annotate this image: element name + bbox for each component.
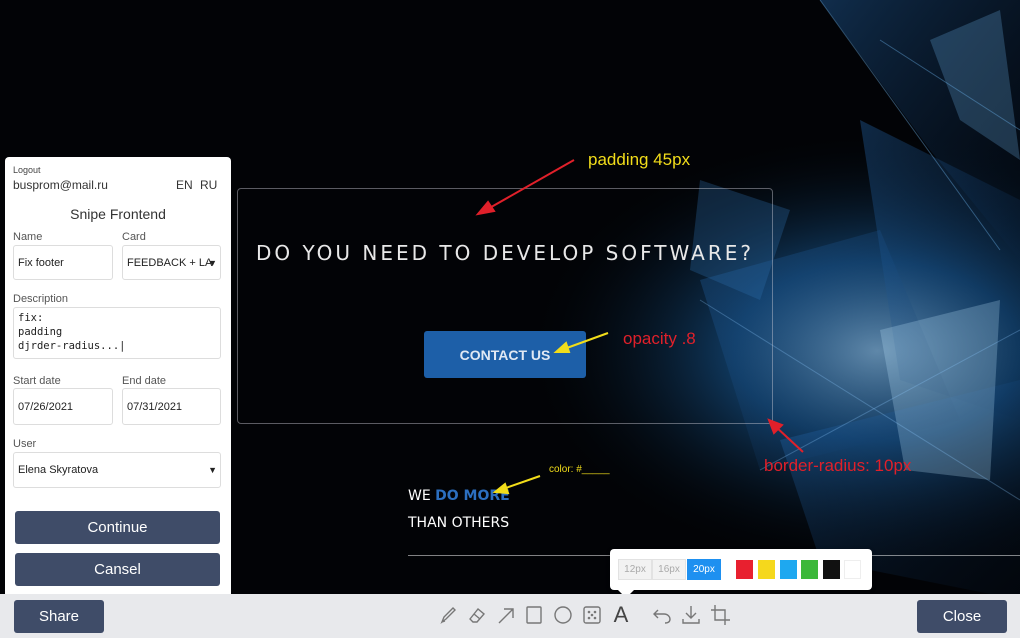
user-select[interactable]: Elena Skyratova ▼ [13,452,221,488]
download-icon[interactable] [679,602,703,628]
undo-icon[interactable] [650,602,674,628]
start-date-value: 07/26/2021 [18,400,74,413]
lang-en[interactable]: EN [176,178,193,192]
start-date-label: Start date [13,375,61,387]
text-options-popup: 12px 16px 20px [610,549,872,598]
chevron-down-icon: ▼ [208,465,217,475]
than-others-line: THAN OTHERS [408,515,510,531]
we-highlight: DO MORE [435,488,510,504]
arrow-icon[interactable] [494,602,518,628]
user-value: Elena Skyratova [18,464,99,476]
blur-icon[interactable] [580,602,604,628]
description-textarea[interactable]: fix: padding djrder-radius...| [13,307,221,359]
size-20-button[interactable]: 20px [687,559,721,580]
hero-title: DO YOU NEED TO DEVELOP SOFTWARE? [256,241,754,265]
user-label: User [13,438,37,450]
continue-button[interactable]: Continue [15,511,220,544]
card-value: FEEDBACK + LA [127,256,213,269]
color-swatch-yellow[interactable] [758,560,775,579]
size-12-button[interactable]: 12px [618,559,652,580]
crop-icon[interactable] [708,602,732,628]
bottom-toolbar: Share A Close [0,594,1020,638]
share-button[interactable]: Share [14,600,104,633]
hero-box: DO YOU NEED TO DEVELOP SOFTWARE? CONTACT… [237,188,773,424]
chevron-down-icon: ▼ [208,257,217,268]
padding-annotation: padding 45px [588,150,691,169]
end-date-input[interactable]: 07/31/2021 [122,388,221,425]
lang-ru[interactable]: RU [200,178,217,192]
user-email: busprom@mail.ru [13,178,108,192]
close-button[interactable]: Close [917,600,1007,633]
circle-icon[interactable] [551,602,575,628]
color-swatch-blue[interactable] [780,560,797,579]
opacity-annotation: opacity .8 [623,329,696,348]
color-swatch-white[interactable] [844,560,861,579]
cancel-button[interactable]: Cansel [15,553,220,586]
eraser-icon[interactable] [465,602,489,628]
text-icon[interactable]: A [609,602,633,628]
description-label: Description [13,293,69,305]
end-date-value: 07/31/2021 [127,400,183,413]
name-label: Name [13,231,43,243]
task-panel: Logout busprom@mail.ru EN RU Snipe Front… [5,157,231,638]
card-select[interactable]: FEEDBACK + LA ▼ [122,245,221,280]
color-swatch-red[interactable] [736,560,753,579]
card-label: Card [122,231,146,243]
border-radius-annotation: border-radius: 10px [764,456,912,475]
rectangle-icon[interactable] [522,602,546,628]
name-value: Fix footer [18,256,64,269]
we-do-more-line: WE DO MORE [408,488,510,504]
name-input[interactable]: Fix footer [13,245,113,280]
size-16-button[interactable]: 16px [652,559,686,580]
we-prefix: WE [408,488,436,504]
end-date-label: End date [122,375,167,387]
color-swatch-black[interactable] [823,560,840,579]
logout-link[interactable]: Logout [13,165,41,175]
color-annotation: color: #_____ [549,464,610,475]
color-swatch-green[interactable] [801,560,818,579]
start-date-input[interactable]: 07/26/2021 [13,388,113,425]
contact-us-button[interactable]: CONTACT US [424,331,586,378]
panel-title: Snipe Frontend [70,206,166,222]
pencil-icon[interactable] [436,602,460,628]
